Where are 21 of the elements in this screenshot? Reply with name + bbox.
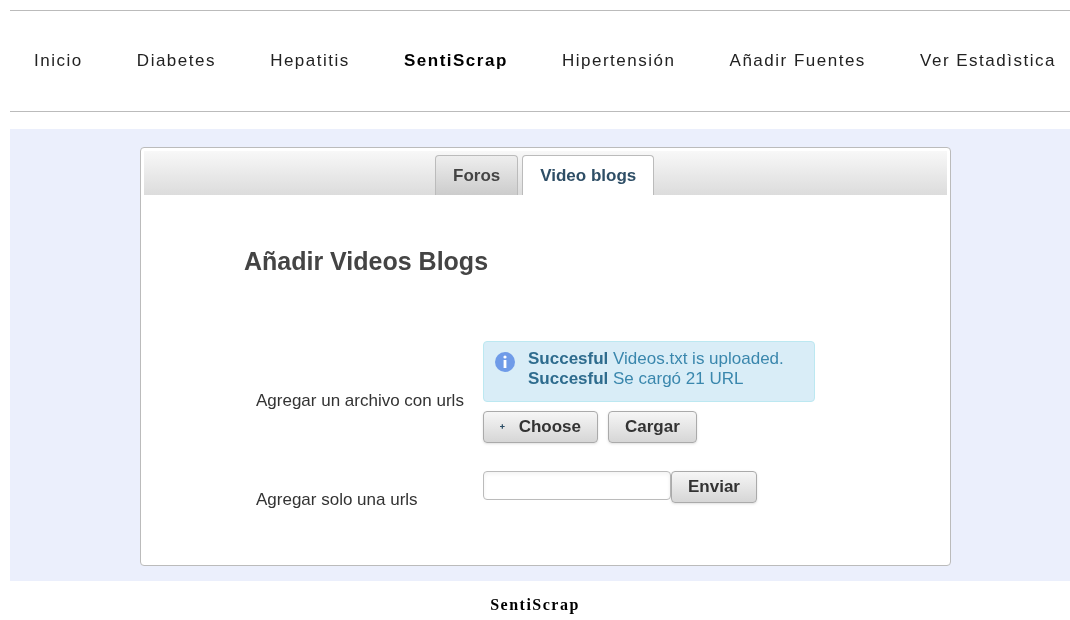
form-label: Agregar un archivo con urls xyxy=(256,389,465,412)
send-button[interactable]: Enviar xyxy=(671,470,757,503)
choose-button[interactable]: Choose xyxy=(483,410,598,443)
message-text: Succesful Se cargó 21 URL xyxy=(528,368,745,389)
message-text: Succesful Videos.txt is uploaded. xyxy=(528,348,784,369)
tab[interactable]: Foros xyxy=(435,155,519,195)
page-heading: Añadir Videos Blogs xyxy=(244,246,489,277)
tab[interactable]: Video blogs xyxy=(522,155,655,195)
nav-link[interactable]: SentiScrap xyxy=(403,48,508,74)
nav-link[interactable]: Inicio xyxy=(34,48,83,74)
nav-link[interactable]: Añadir Fuentes xyxy=(729,48,866,74)
form-label: Agregar solo una urls xyxy=(256,488,419,511)
upload-button[interactable]: Cargar xyxy=(608,410,697,443)
nav-link[interactable]: Hipertensión xyxy=(561,48,676,74)
info-icon xyxy=(494,350,516,373)
nav-link[interactable]: Hepatitis xyxy=(270,48,350,74)
nav-link[interactable]: Diabetes xyxy=(136,48,216,74)
plus-icon xyxy=(500,422,505,431)
url-field[interactable] xyxy=(483,470,671,500)
footer-title: SentiScrap xyxy=(490,595,580,616)
nav-link[interactable]: Ver Estadìstica xyxy=(920,48,1056,74)
